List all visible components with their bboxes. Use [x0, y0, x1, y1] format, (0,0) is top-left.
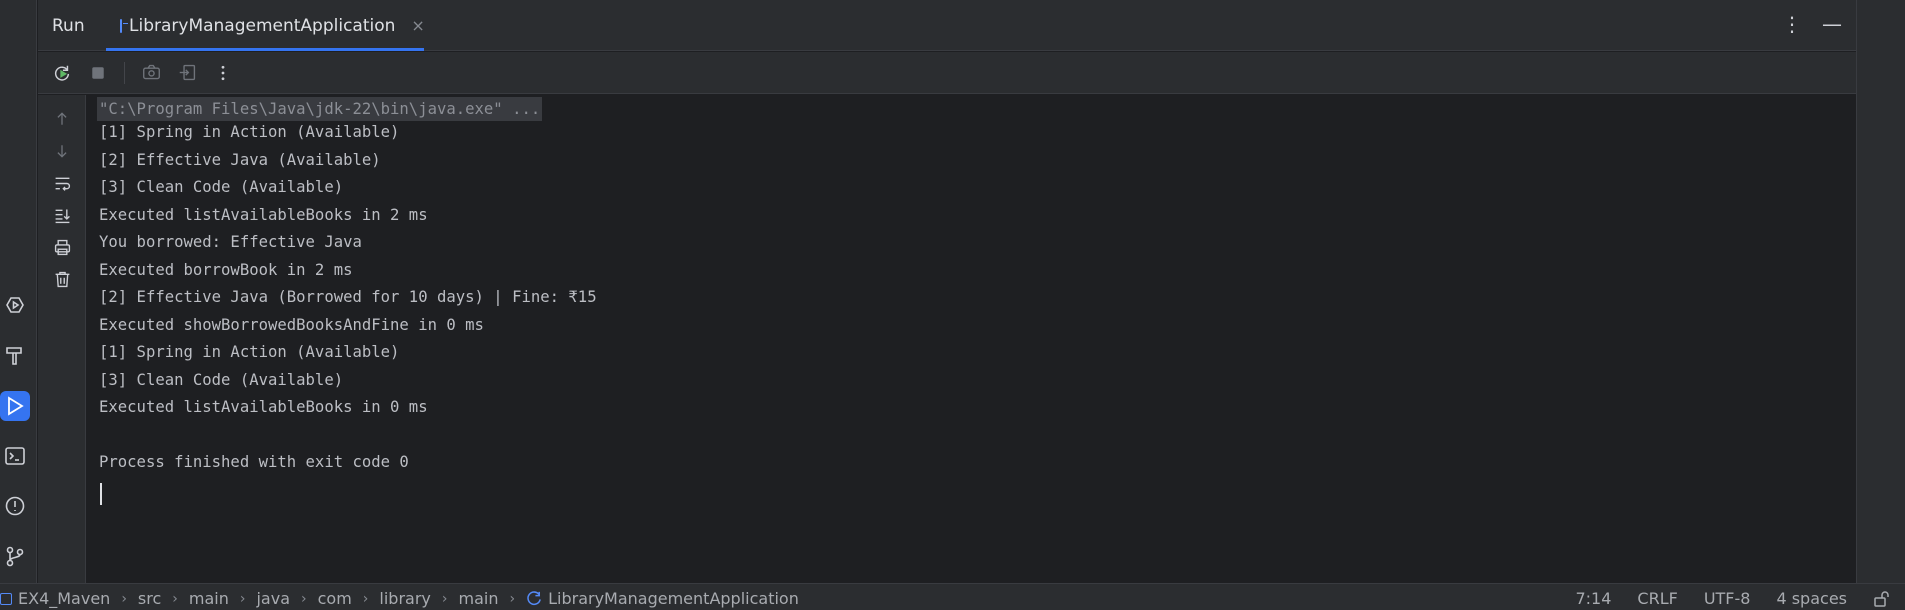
- chevron-right-icon: ›: [362, 590, 369, 607]
- spring-boot-class-icon: [527, 591, 541, 606]
- module-icon: [0, 592, 12, 605]
- console-command-line: "C:\Program Files\Java\jdk-22\bin\java.e…: [97, 97, 543, 121]
- breadcrumb-item[interactable]: com: [318, 589, 352, 608]
- run-tool-window-header: Run LibraryManagementApplication × ⋮ —: [38, 0, 1856, 51]
- console-line: Executed listAvailableBooks in 2 ms: [99, 205, 428, 224]
- run-toolbar: [38, 52, 1856, 94]
- tab-library-management-application[interactable]: LibraryManagementApplication ×: [106, 0, 425, 51]
- run-icon[interactable]: [0, 391, 30, 421]
- console-line: Executed listAvailableBooks in 0 ms: [99, 398, 428, 416]
- console-output[interactable]: "C:\Program Files\Java\jdk-22\bin\java.e…: [87, 95, 1856, 583]
- console-line: Process finished with exit code 0: [99, 453, 409, 471]
- breadcrumb-label: EX4_Maven: [18, 589, 111, 608]
- chevron-right-icon: ›: [441, 590, 448, 607]
- caret-position[interactable]: 7:14: [1575, 589, 1611, 608]
- tool-window-title: Run: [52, 16, 85, 36]
- problems-icon[interactable]: [0, 491, 30, 521]
- console-line: [1] Spring in Action (Available): [99, 343, 400, 361]
- right-tool-strip: [1856, 0, 1905, 583]
- active-tab-indicator: [106, 48, 424, 51]
- scroll-to-end-icon[interactable]: [50, 203, 74, 227]
- console-line: Executed showBorrowedBooksAndFine in 0 m…: [99, 315, 484, 334]
- breadcrumb-item-module[interactable]: EX4_Maven: [0, 589, 110, 608]
- console-line: You borrowed: Effective Java: [99, 233, 362, 251]
- console-line: [2] Effective Java (Borrowed for 10 days…: [99, 288, 597, 306]
- console-line: [1] Spring in Action (Available): [99, 123, 400, 141]
- minimize-icon[interactable]: —: [1822, 12, 1842, 36]
- breadcrumb-item[interactable]: main: [189, 589, 229, 608]
- breadcrumb-item-class[interactable]: LibraryManagementApplication: [526, 589, 799, 608]
- status-widgets: 7:14 CRLF UTF-8 4 spaces: [1575, 589, 1905, 608]
- print-icon[interactable]: [50, 235, 74, 259]
- exit-icon[interactable]: [175, 61, 199, 85]
- breadcrumb-item[interactable]: java: [256, 589, 290, 608]
- breadcrumb-item[interactable]: src: [138, 589, 161, 608]
- more-options-icon[interactable]: ⋮: [1782, 12, 1802, 36]
- arrow-down-icon[interactable]: [50, 139, 74, 163]
- git-icon[interactable]: [0, 541, 30, 571]
- line-separator[interactable]: CRLF: [1637, 589, 1677, 608]
- chevron-right-icon: ›: [172, 590, 178, 607]
- tab-label: LibraryManagementApplication: [129, 15, 396, 36]
- chevron-right-icon: ›: [121, 590, 127, 607]
- breadcrumb-item[interactable]: library: [379, 589, 430, 608]
- toolbar-separator: [124, 61, 125, 84]
- console-line: [2] Effective Java (Available): [99, 150, 381, 169]
- console-line: [3] Clean Code (Available): [99, 370, 344, 389]
- console-side-toolbar: [38, 95, 86, 583]
- terminal-icon[interactable]: [0, 441, 30, 471]
- arrow-up-icon[interactable]: [50, 107, 74, 131]
- indent-setting[interactable]: 4 spaces: [1776, 589, 1847, 608]
- build-icon[interactable]: [0, 340, 30, 370]
- camera-icon[interactable]: [139, 61, 163, 85]
- console-tab-icon: [120, 18, 128, 33]
- close-icon[interactable]: ×: [411, 16, 424, 35]
- file-encoding[interactable]: UTF-8: [1704, 589, 1751, 608]
- left-tool-strip: [0, 0, 37, 583]
- status-bar: EX4_Maven › src › main › java › com › li…: [0, 583, 1905, 610]
- services-icon[interactable]: [0, 290, 30, 320]
- chevron-right-icon: ›: [509, 590, 516, 607]
- lock-icon[interactable]: [1873, 590, 1891, 608]
- text-caret: [100, 483, 102, 505]
- header-actions: ⋮ —: [1782, 12, 1842, 36]
- rerun-icon[interactable]: [50, 61, 74, 85]
- breadcrumb: EX4_Maven › src › main › java › com › li…: [0, 589, 799, 608]
- more-icon[interactable]: [211, 61, 235, 85]
- stop-icon[interactable]: [86, 61, 110, 85]
- breadcrumb-item[interactable]: main: [459, 589, 499, 608]
- console-line: [3] Clean Code (Available): [99, 178, 344, 196]
- soft-wrap-icon[interactable]: [50, 171, 74, 195]
- chevron-right-icon: ›: [239, 590, 246, 607]
- trash-icon[interactable]: [50, 267, 74, 291]
- breadcrumb-label: LibraryManagementApplication: [548, 589, 799, 608]
- chevron-right-icon: ›: [301, 590, 307, 607]
- console-line: Executed borrowBook in 2 ms: [99, 260, 353, 279]
